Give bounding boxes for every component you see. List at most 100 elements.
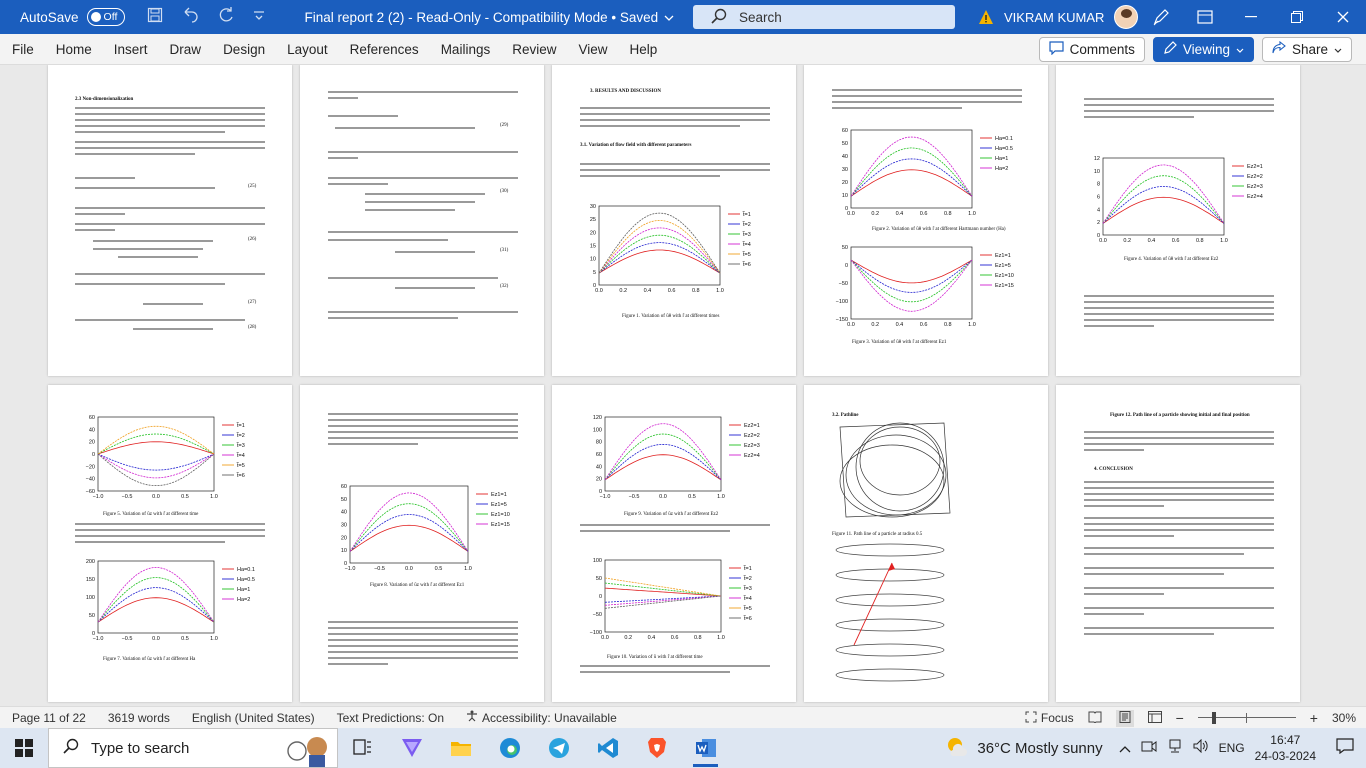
minimize-icon[interactable] [1228,0,1274,34]
volume-icon[interactable] [1193,738,1209,757]
vertical-scrollbar[interactable] [1356,65,1364,706]
user-name[interactable]: VIKRAM KUMAR [1004,10,1104,25]
word-count[interactable]: 3619 words [108,711,170,725]
undo-icon[interactable] [181,7,199,28]
restore-icon[interactable] [1274,0,1320,34]
task-view-icon[interactable] [338,728,387,768]
document-title[interactable]: Final report 2 (2) - Read-Only - Compati… [305,10,675,25]
page-thumbnail[interactable]: 3. RESULTS AND DISCUSSION 3.1. Variation… [552,65,796,376]
page-thumbnail[interactable]: Figure 12. Path line of a particle showi… [1056,385,1300,702]
plot-frame [604,559,722,633]
input-language[interactable]: ENG [1219,741,1245,755]
tab-mailings[interactable]: Mailings [430,42,502,57]
zoom-in-button[interactable]: + [1310,710,1318,726]
clock-time: 16:47 [1270,733,1301,747]
chart-fig4: 1210864200.0 0.2 0.4 0.6 0.8 1.0Ez2=1Ez2=2Ez2… [1094,156,1263,244]
text-line [75,229,115,231]
close-icon[interactable] [1320,0,1366,34]
y-tick-label: 10 [590,257,596,263]
document-canvas[interactable]: 2.3 Non-dimensionalization (25) (26) (27… [0,65,1366,706]
tab-review[interactable]: Review [501,42,567,57]
save-icon[interactable] [147,7,163,28]
zoom-slider[interactable] [1197,712,1296,724]
text-line [328,239,448,241]
vscode-icon[interactable] [583,728,632,768]
page-thumbnail[interactable]: 120 100 80 60 40 20 0 −1.0 −0.5 0.0 0.5 1.0 Ez2=1 Ez2… [552,385,796,702]
clock[interactable]: 16:47 24-03-2024 [1255,732,1316,764]
y-tick-label: 50 [842,245,848,251]
y-tick-label: 0 [599,594,602,600]
pen-icon[interactable] [1138,0,1184,34]
page-thumbnail[interactable]: 60 40 20 0 −20 −40 −60 −1.0 −0.5 0.0 0.5 1.0 t̃=1 t̃=… [48,385,292,702]
language-indicator[interactable]: English (United States) [192,711,315,725]
accessibility-status[interactable]: Accessibility: Unavailable [466,710,617,725]
chevron-down-icon [664,10,674,25]
file-explorer-icon[interactable] [436,728,485,768]
page-thumbnail[interactable]: 60 50 40 30 20 10 0 −1.0 −0.5 0.0 0.5 1.0 Ez1=1 Ez1=5… [300,385,544,702]
print-layout-icon[interactable] [1115,709,1134,727]
page-thumbnail[interactable]: 60 50 40 30 20 10 0 0.0 0.2 0.4 0.6 0.8 1.0 Ha=0.1 Ha=… [804,65,1048,376]
autosave-toggle[interactable]: Off [86,8,125,26]
page-thumbnail[interactable]: 3.2. Pathline Figure 11. Path line of a … [804,385,1048,702]
share-button[interactable]: Share [1261,37,1352,62]
edge-browser-icon[interactable] [485,728,534,768]
text-line [328,633,518,635]
zoom-level[interactable]: 30% [1332,711,1356,725]
chevron-up-icon[interactable] [1119,740,1131,757]
network-icon[interactable] [1167,739,1183,757]
tab-view[interactable]: View [567,42,618,57]
snipping-tool-icon[interactable] [387,728,436,768]
text-line [75,119,265,121]
word-app-icon[interactable] [681,728,730,768]
page-thumbnail[interactable]: (29) (30) (31) (32) [300,65,544,376]
taskbar-search-input[interactable]: Type to search [48,728,338,768]
zoom-slider-thumb[interactable] [1211,712,1216,724]
text-line [328,97,358,99]
ribbon-display-icon[interactable] [1182,0,1228,34]
comments-button[interactable]: Comments [1038,37,1145,62]
brave-browser-icon[interactable] [632,728,681,768]
telegram-icon[interactable] [534,728,583,768]
viewing-mode-button[interactable]: Viewing [1152,37,1254,62]
redo-icon[interactable] [217,6,235,28]
text-line [1084,627,1274,629]
x-tick-label: 1.0 [464,566,472,572]
text-line [328,627,518,629]
read-mode-icon[interactable] [1088,711,1102,726]
page-thumbnail[interactable]: 2.3 Non-dimensionalization (25) (26) (27… [48,65,292,376]
tab-design[interactable]: Design [212,42,276,57]
zoom-out-button[interactable]: − [1176,710,1184,726]
tab-draw[interactable]: Draw [159,42,213,57]
tab-insert[interactable]: Insert [103,42,159,57]
tab-references[interactable]: References [339,42,430,57]
meet-now-icon[interactable] [1141,739,1157,757]
notification-icon[interactable] [1336,738,1354,758]
page-thumbnail[interactable]: 12 10 8 6 4 2 0 0.0 0.2 0.4 0.6 0.8 1.0 Ez2=1 Ez2=2 Ez2… [1056,65,1300,376]
x-tick-label: 0.0 [601,635,609,641]
figure-caption: Figure 10. Variation of ũ with r̃ at dif… [607,655,703,660]
text-line [1084,547,1274,549]
tab-file[interactable]: File [0,42,45,57]
toggle-knob [90,12,101,22]
text-line [1084,443,1274,445]
tab-home[interactable]: Home [45,42,103,57]
warning-icon[interactable] [978,9,994,25]
x-tick-label: 1.0 [716,288,724,294]
search-input[interactable]: Search [693,5,955,29]
customize-qa-icon[interactable] [253,7,265,27]
page-count[interactable]: Page 11 of 22 [12,711,86,725]
ribbon-actions: Comments Viewing Share [1038,37,1352,62]
avatar[interactable] [1114,5,1139,29]
focus-button[interactable]: Focus [1025,711,1074,726]
weather-widget[interactable]: 36°C Mostly sunny [945,736,1103,760]
tab-help[interactable]: Help [619,42,669,57]
web-layout-icon[interactable] [1147,710,1162,726]
y-tick-label: 30 [590,204,596,210]
series-line [1102,175,1225,224]
tab-layout[interactable]: Layout [276,42,339,57]
x-tick-label: 0.6 [668,288,676,294]
windows-start-icon[interactable] [0,728,48,768]
autosave[interactable]: AutoSave Off [20,8,125,26]
text-predictions[interactable]: Text Predictions: On [337,711,444,725]
series-line [97,577,215,623]
